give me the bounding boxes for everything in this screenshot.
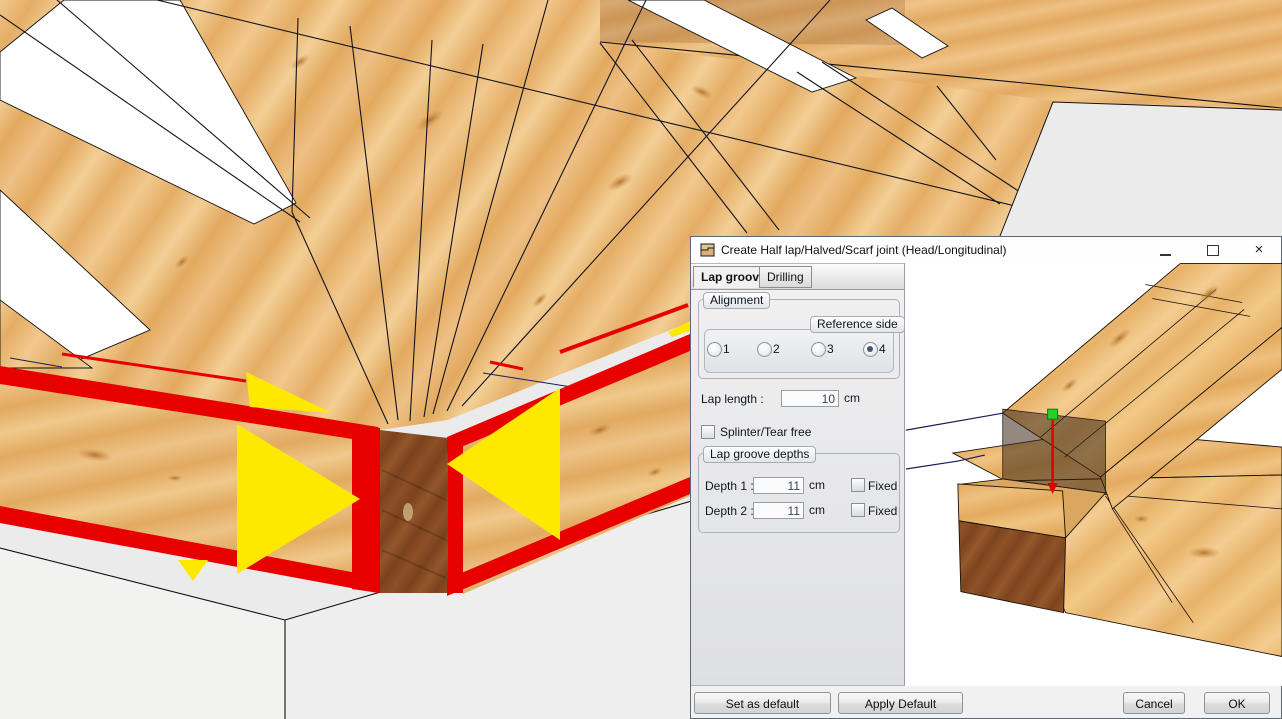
depth2-input[interactable]	[753, 502, 804, 519]
reference-side-radio-label-2: 2	[773, 342, 780, 356]
dialog-titlebar[interactable]: Create Half lap/Halved/Scarf joint (Head…	[691, 237, 1281, 264]
depth2-label: Depth 2 :	[705, 504, 754, 518]
reference-side-label: Reference side	[810, 316, 905, 333]
reference-side-radio-4[interactable]	[863, 342, 878, 357]
dialog-button-bar: Set as default Apply Default Cancel OK	[691, 686, 1281, 718]
dialog-title: Create Half lap/Halved/Scarf joint (Head…	[721, 243, 1007, 257]
tab-strip: Lap groove Drilling	[691, 264, 904, 290]
joint-dialog-icon	[700, 243, 715, 257]
splinter-label: Splinter/Tear free	[720, 425, 811, 439]
depth-highlight-face	[1003, 409, 1106, 493]
depth2-unit: cm	[809, 503, 825, 517]
depth1-fixed-label: Fixed	[868, 479, 897, 493]
settings-panel: Alignment Reference side Lap length : cm…	[691, 290, 904, 686]
close-button[interactable]: ×	[1245, 239, 1273, 261]
joint-preview-panel[interactable]	[904, 263, 1282, 686]
ok-button[interactable]: OK	[1204, 692, 1270, 714]
depth2-fixed-label: Fixed	[868, 504, 897, 518]
depth1-unit: cm	[809, 478, 825, 492]
tab-drilling[interactable]: Drilling	[759, 266, 812, 288]
maximize-button[interactable]	[1199, 239, 1227, 261]
reference-side-radio-label-1: 1	[723, 342, 730, 356]
lap-length-input[interactable]	[781, 390, 839, 407]
joint-dialog: Create Half lap/Halved/Scarf joint (Head…	[690, 236, 1282, 719]
depths-group-label: Lap groove depths	[703, 446, 816, 463]
drag-handle[interactable]	[1048, 409, 1058, 419]
preview-beams[interactable]	[953, 264, 1282, 657]
corner-post[interactable]	[352, 424, 463, 593]
depth1-fixed-checkbox[interactable]	[851, 478, 865, 492]
reference-side-radio-3[interactable]	[811, 342, 826, 357]
minimize-button[interactable]	[1151, 239, 1179, 261]
splinter-checkbox[interactable]	[701, 425, 715, 439]
reference-side-radio-2[interactable]	[757, 342, 772, 357]
depth2-fixed-checkbox[interactable]	[851, 503, 865, 517]
app-window: Create Half lap/Halved/Scarf joint (Head…	[0, 0, 1282, 719]
depth1-label: Depth 1 :	[705, 479, 754, 493]
cancel-button[interactable]: Cancel	[1123, 692, 1185, 714]
reference-side-radio-label-4: 4	[879, 342, 886, 356]
set-as-default-button[interactable]: Set as default	[694, 692, 831, 714]
reference-side-radio-label-3: 3	[827, 342, 834, 356]
apply-default-button[interactable]: Apply Default	[838, 692, 963, 714]
reference-side-radio-1[interactable]	[707, 342, 722, 357]
alignment-group-label: Alignment	[703, 292, 770, 309]
depth1-input[interactable]	[753, 477, 804, 494]
lap-length-unit: cm	[844, 391, 860, 405]
lap-length-label: Lap length :	[701, 392, 764, 406]
